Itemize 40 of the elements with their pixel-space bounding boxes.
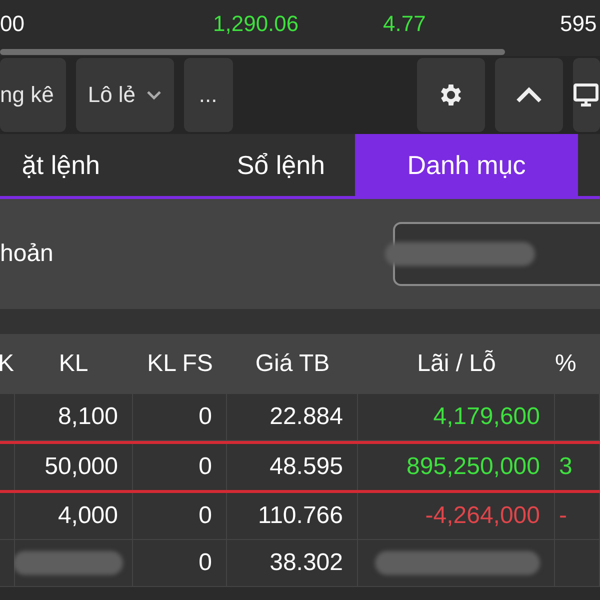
monitor-icon [573,82,599,108]
ticker-value: 1,290.06 [213,11,299,37]
tab[interactable]: Sổ lệnh [130,134,355,196]
table-cell: 0 [133,493,227,539]
table-cell: 8,100 [14,394,133,440]
table-cell: 4,179,600 [358,394,555,440]
chevron-down-icon [146,90,162,100]
ticker-value: 4.77 [383,11,426,37]
column-header: KL FS [133,334,227,394]
ticker-value: 595 [560,11,597,37]
dropdown-button[interactable]: Lô lẻ [76,58,174,132]
column-header: K [0,334,14,394]
table-cell: 48.595 [227,444,358,490]
account-label: hoản [0,240,54,268]
table-cell: 22.884 [227,394,358,440]
table-cell: 110.766 [227,493,358,539]
toolbar-button[interactable] [495,58,563,132]
table-cell: -4,264,000 [358,493,555,539]
table-cell: 0 [133,394,227,440]
column-header: % [555,334,600,394]
table-cell: 50,000 [14,444,133,490]
column-header: Lãi / Lỗ [358,334,555,394]
table-cell: - [555,493,600,539]
toolbar-button[interactable] [573,58,600,132]
table-cell: 895,250,000 [358,444,555,490]
tab[interactable]: ặt lệnh [0,134,130,196]
column-header: Giá TB [227,334,358,394]
table-cell: 3 [555,444,600,490]
tab[interactable]: Danh mục [355,134,578,196]
toolbar-button[interactable]: ng kê [0,58,66,132]
table-cell: 0 [133,540,227,586]
toolbar-button[interactable]: ... [184,58,233,132]
table-cell: 0 [133,444,227,490]
ticker-value: 00 [0,11,24,37]
scrollbar-thumb[interactable] [0,49,505,55]
table-cell: 4,000 [14,493,133,539]
table-cell: 38.302 [227,540,358,586]
caret-up-icon [516,87,542,103]
column-header: KL [14,334,133,394]
toolbar-button[interactable] [417,58,485,132]
